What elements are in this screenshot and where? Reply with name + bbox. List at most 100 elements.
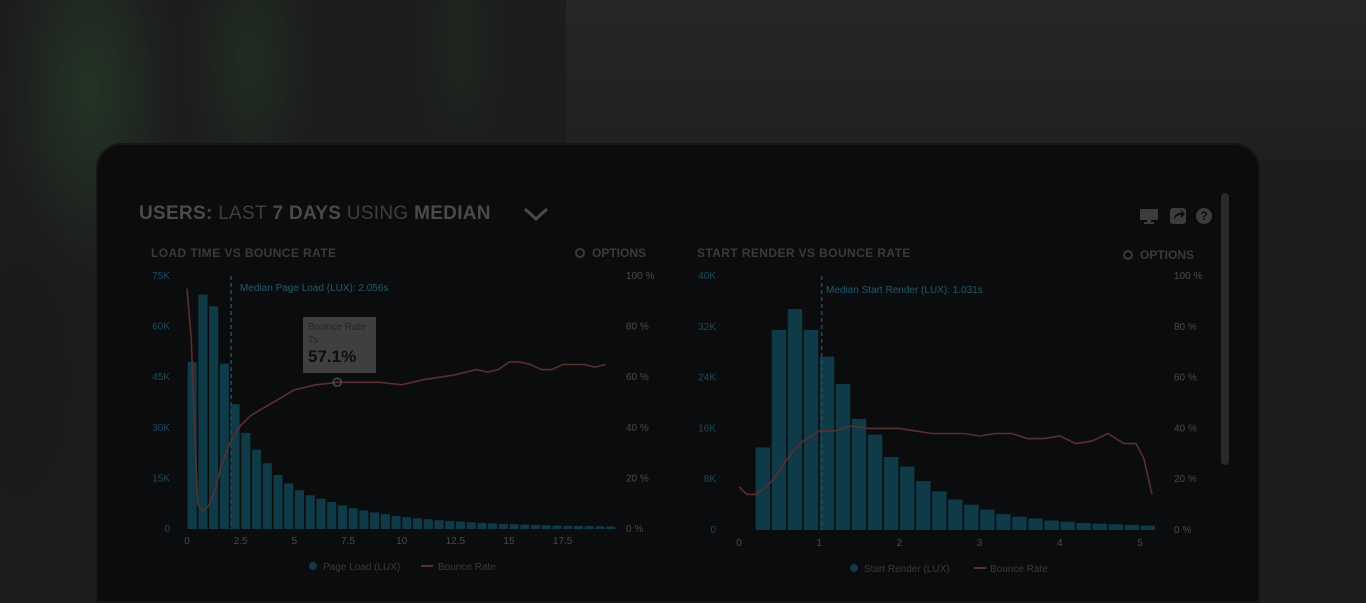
chart-title: START RENDER VS BOUNCE RATE bbox=[697, 246, 911, 260]
x-tick-label: 3 bbox=[977, 538, 983, 549]
y-tick-label: 30K bbox=[152, 423, 170, 434]
x-tick-label: 2.5 bbox=[234, 536, 248, 547]
bar bbox=[531, 524, 541, 529]
bar bbox=[402, 517, 412, 529]
chart-title: LOAD TIME VS BOUNCE RATE bbox=[151, 246, 336, 260]
bar bbox=[241, 432, 251, 529]
x-tick-label: 5 bbox=[292, 536, 298, 547]
tooltip-sub: 7s bbox=[308, 335, 319, 346]
chart-start-render: START RENDER VS BOUNCE RATE OPTIONS 0 8K 1… bbox=[697, 246, 1202, 575]
y-tick-label: 15K bbox=[152, 473, 170, 484]
options-label: OPTIONS bbox=[592, 246, 646, 260]
y-tick-label: 40K bbox=[698, 271, 716, 282]
y-tick-label: 32K bbox=[698, 322, 716, 333]
x-tick-label: 2 bbox=[897, 538, 903, 549]
bar bbox=[370, 512, 380, 529]
bar bbox=[996, 514, 1011, 530]
legend-item: Page Load (LUX) bbox=[323, 562, 400, 573]
bar bbox=[1044, 520, 1059, 530]
y-tick-label: 8K bbox=[704, 474, 717, 485]
y-tick-label: 24K bbox=[698, 373, 716, 384]
y-tick-label: 60K bbox=[152, 322, 170, 333]
bar bbox=[348, 508, 358, 529]
y2-tick-label: 80 % bbox=[626, 322, 649, 333]
median-label: Median Start Render (LUX): 1.031s bbox=[826, 285, 983, 296]
x-tick-label: 12.5 bbox=[446, 536, 466, 547]
bar bbox=[477, 522, 487, 529]
bar bbox=[412, 518, 423, 529]
bar bbox=[445, 520, 455, 529]
gear-icon bbox=[1123, 250, 1133, 260]
y2-tick-label: 60 % bbox=[1174, 373, 1197, 384]
options-button[interactable]: OPTIONS bbox=[575, 246, 646, 260]
y-tick-label: 0 bbox=[710, 525, 716, 536]
bar bbox=[251, 449, 262, 529]
charts-area: LOAD TIME VS BOUNCE RATE OPTIONS 0 15K 30K… bbox=[151, 246, 1202, 575]
bar bbox=[520, 524, 530, 529]
bar bbox=[541, 525, 551, 529]
x-tick-label: 7.5 bbox=[341, 536, 355, 547]
bar bbox=[305, 495, 315, 529]
bar bbox=[1060, 521, 1075, 530]
bar bbox=[230, 404, 240, 529]
chart-load-time: LOAD TIME VS BOUNCE RATE OPTIONS 0 15K 30K… bbox=[151, 246, 654, 573]
legend-item: Bounce Rate bbox=[438, 562, 496, 573]
legend-bar-swatch bbox=[850, 564, 858, 572]
y-tick-label: 0 bbox=[164, 524, 170, 535]
bar bbox=[584, 526, 594, 529]
bar bbox=[803, 329, 819, 530]
bar bbox=[606, 526, 616, 529]
gear-icon bbox=[575, 248, 585, 258]
bar bbox=[488, 523, 498, 529]
x-tick-label: 4 bbox=[1057, 538, 1063, 549]
bar bbox=[948, 499, 963, 530]
bar bbox=[573, 525, 584, 529]
bar bbox=[219, 363, 229, 529]
y2-tick-label: 0 % bbox=[1174, 525, 1191, 536]
bar bbox=[1140, 525, 1156, 530]
y2-tick-label: 100 % bbox=[1174, 271, 1202, 282]
bar bbox=[552, 525, 562, 529]
bar bbox=[380, 514, 390, 529]
bar bbox=[466, 522, 476, 529]
legend-bar-swatch bbox=[309, 562, 317, 570]
y-tick-label: 16K bbox=[698, 423, 716, 434]
bar bbox=[916, 481, 931, 530]
bar bbox=[434, 520, 444, 529]
bar bbox=[455, 521, 466, 529]
bar bbox=[327, 502, 337, 529]
options-label: OPTIONS bbox=[1140, 248, 1194, 262]
bar bbox=[563, 525, 573, 529]
y-tick-label: 75K bbox=[152, 271, 170, 282]
bar bbox=[595, 526, 605, 529]
bar bbox=[284, 483, 294, 529]
legend: Page Load (LUX) Bounce Rate bbox=[309, 562, 496, 573]
bar bbox=[1076, 523, 1091, 530]
y2-tick-label: 40 % bbox=[626, 423, 649, 434]
bar bbox=[787, 309, 803, 530]
bar bbox=[359, 510, 369, 529]
options-button[interactable]: OPTIONS bbox=[1123, 248, 1194, 262]
bar bbox=[337, 505, 347, 529]
x-tick-label: 10 bbox=[396, 536, 408, 547]
bar bbox=[1124, 524, 1139, 530]
bar bbox=[932, 491, 947, 530]
x-tick-label: 15 bbox=[503, 536, 515, 547]
bar bbox=[771, 329, 787, 530]
legend-item: Bounce Rate bbox=[990, 564, 1048, 575]
y-tick-label: 45K bbox=[152, 372, 170, 383]
bar bbox=[1012, 516, 1027, 530]
bar bbox=[851, 418, 867, 530]
tooltip: Bounce Rate 7s 57.1% bbox=[303, 317, 376, 388]
bar bbox=[964, 504, 979, 530]
bar bbox=[1108, 524, 1123, 530]
bar bbox=[198, 294, 208, 529]
bar bbox=[883, 456, 899, 530]
bar bbox=[294, 490, 305, 529]
bar bbox=[423, 519, 433, 529]
y2-tick-label: 80 % bbox=[1174, 322, 1197, 333]
x-tick-label: 5 bbox=[1137, 538, 1143, 549]
x-tick-label: 17.5 bbox=[553, 536, 573, 547]
y2-tick-label: 0 % bbox=[626, 524, 643, 535]
x-tick-label: 1 bbox=[816, 538, 822, 549]
